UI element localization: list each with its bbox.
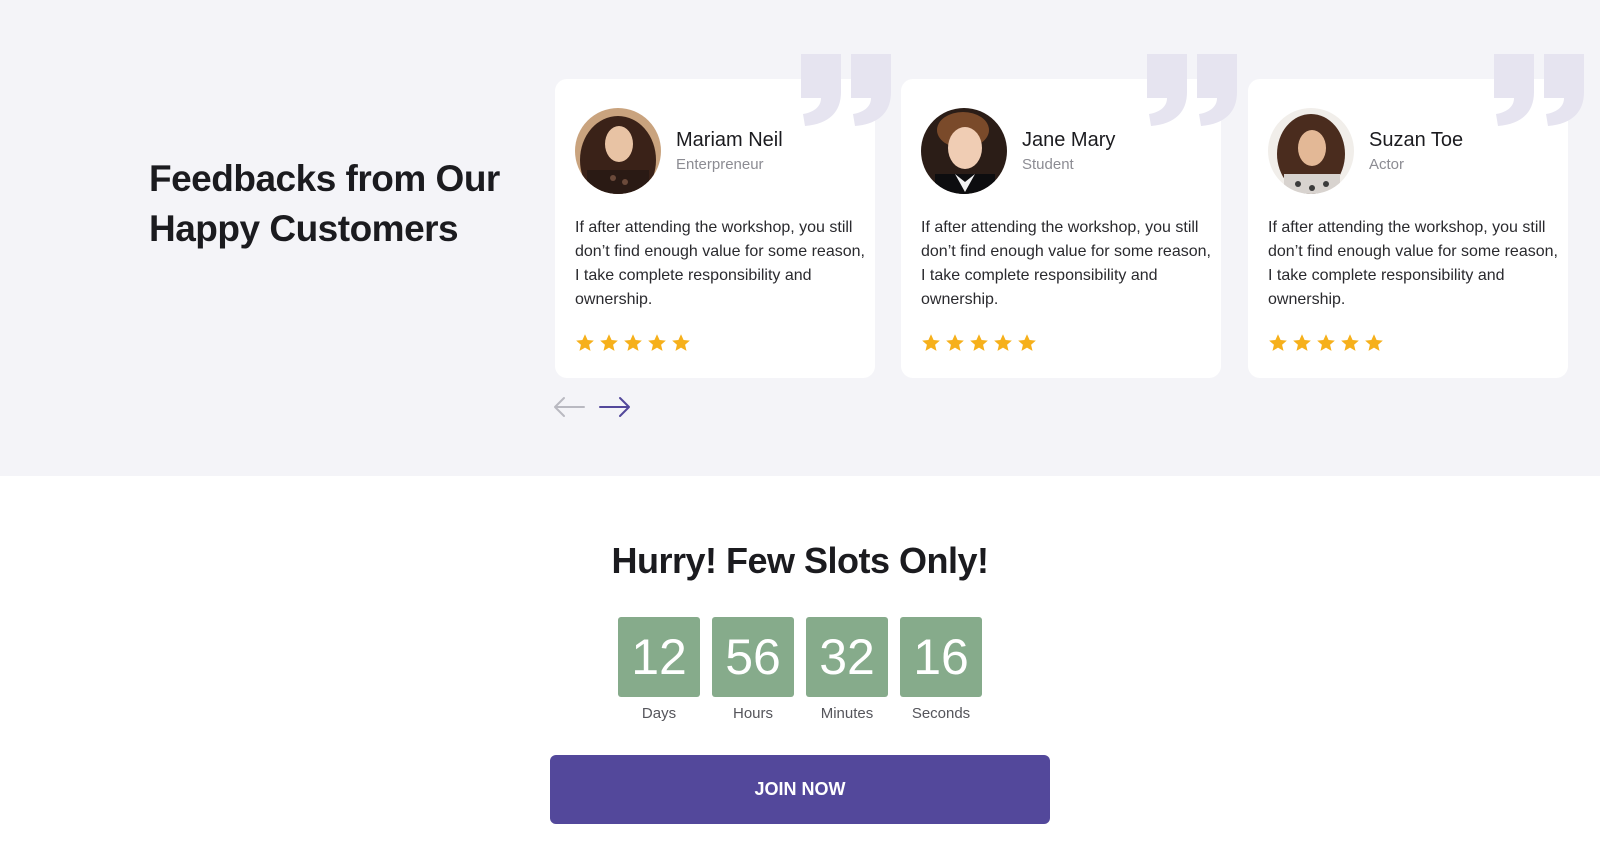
- star-icon: [946, 334, 964, 351]
- review-text: If after attending the workshop, you sti…: [1268, 219, 1558, 308]
- countdown-seconds: 16 Seconds: [900, 617, 982, 722]
- review-text: If after attending the workshop, you sti…: [575, 219, 865, 308]
- quote-icon: [1494, 54, 1584, 126]
- countdown-minutes: 32 Minutes: [806, 617, 888, 722]
- customer-role: Student: [1022, 156, 1074, 173]
- countdown-timer: 12 Days 56 Hours 32 Minutes 16 Seconds: [618, 617, 982, 722]
- countdown-label: Hours: [732, 705, 773, 722]
- star-rating: [1268, 333, 1384, 353]
- countdown-value: 56: [712, 617, 794, 697]
- countdown-label: Days: [641, 705, 677, 722]
- star-icon: [1341, 334, 1359, 351]
- avatar: [921, 108, 1007, 194]
- star-icon: [994, 334, 1012, 351]
- cta-title: Hurry! Few Slots Only!: [611, 540, 989, 581]
- testimonial-card: Jane Mary Student If after attending the…: [901, 54, 1237, 378]
- star-icon: [1365, 334, 1383, 351]
- customer-role: Enterpreneur: [676, 156, 764, 173]
- quote-icon: [1147, 54, 1237, 126]
- star-icon: [600, 334, 618, 351]
- star-icon: [1293, 334, 1311, 351]
- countdown-days: 12 Days: [618, 617, 700, 722]
- star-icon: [970, 334, 988, 351]
- customer-role: Actor: [1369, 156, 1405, 173]
- countdown-label: Minutes: [820, 705, 874, 722]
- countdown-hours: 56 Hours: [712, 617, 794, 722]
- countdown-value: 12: [618, 617, 700, 697]
- arrow-left-icon[interactable]: [552, 395, 586, 419]
- star-rating: [921, 333, 1037, 353]
- star-icon: [576, 334, 594, 351]
- countdown-label: Seconds: [911, 705, 971, 722]
- customer-name: Jane Mary: [1022, 129, 1116, 151]
- star-icon: [1269, 334, 1287, 351]
- review-text: If after attending the workshop, you sti…: [921, 219, 1211, 308]
- avatar: [575, 108, 661, 194]
- avatar: [1268, 108, 1354, 194]
- customer-name: Mariam Neil: [676, 129, 783, 151]
- testimonial-card: Suzan Toe Actor If after attending the w…: [1248, 54, 1584, 378]
- customer-name: Suzan Toe: [1369, 129, 1464, 151]
- star-icon: [672, 334, 690, 351]
- star-icon: [922, 334, 940, 351]
- star-icon: [1018, 334, 1036, 351]
- testimonials-section: Feedbacks from Our Happy Customers Maria…: [0, 0, 1600, 476]
- quote-icon: [801, 54, 891, 126]
- testimonial-card: Mariam Neil Enterpreneur If after attend…: [555, 54, 891, 378]
- star-rating: [575, 333, 691, 353]
- countdown-value: 16: [900, 617, 982, 697]
- countdown-value: 32: [806, 617, 888, 697]
- star-icon: [624, 334, 642, 351]
- join-now-button[interactable]: JOIN NOW: [550, 755, 1050, 824]
- section-heading: Feedbacks from Our Happy Customers: [149, 158, 500, 249]
- star-icon: [648, 334, 666, 351]
- arrow-right-icon[interactable]: [598, 395, 632, 419]
- star-icon: [1317, 334, 1335, 351]
